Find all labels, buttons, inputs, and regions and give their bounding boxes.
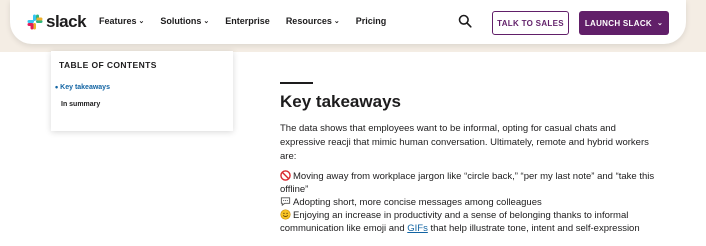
heading-rule bbox=[280, 82, 313, 84]
launch-slack-button[interactable]: LAUNCH SLACK ⌄ bbox=[579, 11, 669, 35]
nav-solutions-label: Solutions bbox=[160, 16, 202, 26]
chevron-down-icon: ⌄ bbox=[656, 20, 664, 27]
slack-logo-icon bbox=[27, 14, 43, 29]
active-dot-icon: • bbox=[55, 82, 59, 92]
toc-title: TABLE OF CONTENTS bbox=[59, 60, 157, 70]
nav-features-label: Features bbox=[99, 16, 137, 26]
toc-item-label: Key takeaways bbox=[60, 84, 110, 91]
intro-paragraph: The data shows that employees want to be… bbox=[280, 123, 649, 162]
list-item-text: that help illustrate tone, intent and se… bbox=[427, 223, 640, 234]
list-item: Moving away from workplace jargon like “… bbox=[280, 170, 660, 196]
nav-pricing[interactable]: Pricing bbox=[356, 16, 387, 26]
talk-to-sales-label: TALK TO SALES bbox=[497, 18, 564, 28]
list-item: Adopting short, more concise messages am… bbox=[280, 196, 660, 209]
top-navbar: slack Features ⌄ Solutions ⌄ Enterprise … bbox=[10, 0, 686, 44]
main-nav: Features ⌄ Solutions ⌄ Enterprise Resour… bbox=[99, 16, 402, 26]
toc-item-key-takeaways[interactable]: • Key takeaways bbox=[55, 82, 110, 92]
takeaways-list: Moving away from workplace jargon like “… bbox=[280, 170, 660, 235]
table-of-contents: TABLE OF CONTENTS • Key takeaways In sum… bbox=[51, 51, 233, 131]
section-heading: Key takeaways bbox=[280, 92, 401, 111]
talk-to-sales-button[interactable]: TALK TO SALES bbox=[492, 11, 569, 35]
smile-icon bbox=[280, 209, 291, 220]
speech-bubble-icon bbox=[280, 197, 291, 207]
launch-slack-label: LAUNCH SLACK bbox=[584, 18, 652, 28]
toc-item-label: In summary bbox=[61, 101, 101, 108]
chevron-down-icon: ⌄ bbox=[203, 18, 210, 25]
chevron-down-icon: ⌄ bbox=[138, 18, 145, 25]
search-icon[interactable] bbox=[458, 14, 472, 33]
list-item: Enjoying an increase in productivity and… bbox=[280, 209, 660, 235]
no-entry-icon bbox=[280, 170, 291, 181]
nav-enterprise-label: Enterprise bbox=[225, 16, 270, 26]
list-item-text: Adopting short, more concise messages am… bbox=[293, 197, 542, 208]
nav-pricing-label: Pricing bbox=[355, 16, 387, 26]
logo-wordmark: slack bbox=[46, 12, 87, 31]
nav-solutions[interactable]: Solutions ⌄ bbox=[160, 16, 209, 26]
slack-logo[interactable]: slack bbox=[27, 12, 87, 31]
nav-resources[interactable]: Resources ⌄ bbox=[286, 16, 340, 26]
toc-item-in-summary[interactable]: In summary bbox=[61, 101, 100, 108]
list-item-text: Moving away from workplace jargon like “… bbox=[280, 171, 655, 195]
nav-features[interactable]: Features ⌄ bbox=[99, 16, 144, 26]
gifs-link[interactable]: GIFs bbox=[407, 223, 428, 234]
chevron-down-icon: ⌄ bbox=[333, 18, 340, 25]
nav-resources-label: Resources bbox=[285, 16, 332, 26]
nav-enterprise[interactable]: Enterprise bbox=[225, 16, 270, 26]
